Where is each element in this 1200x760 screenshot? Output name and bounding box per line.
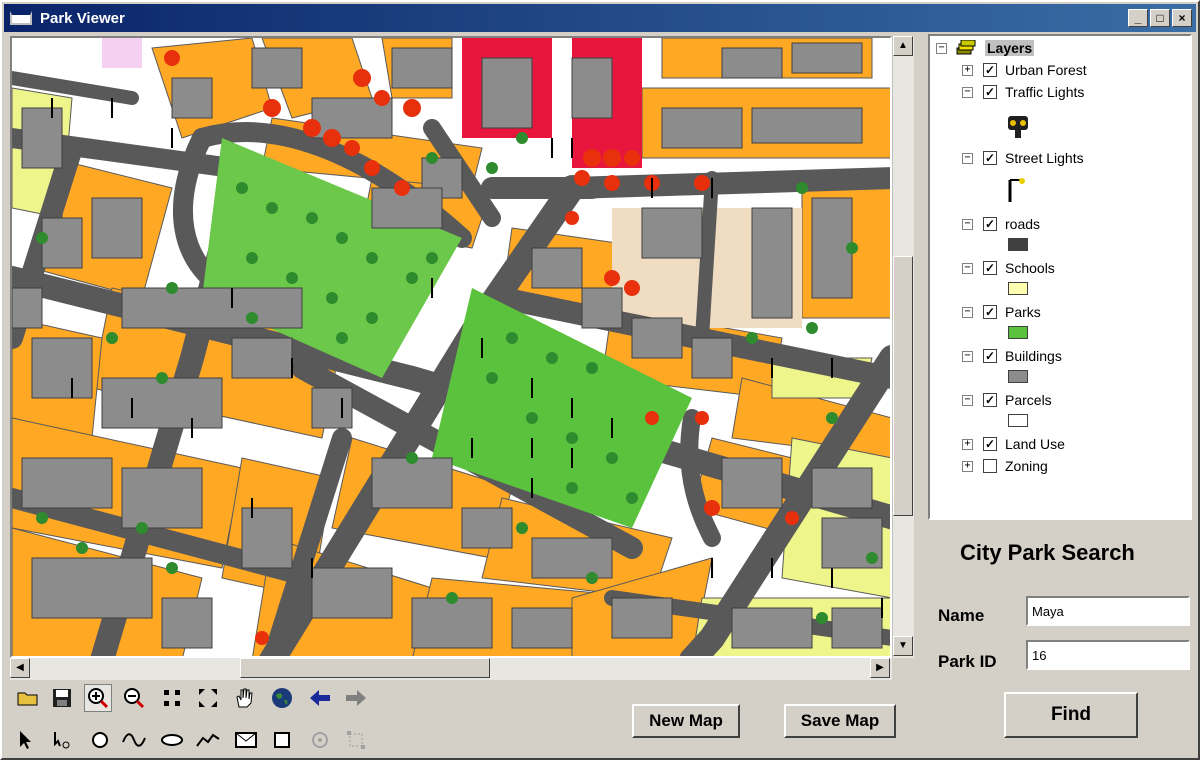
layer-label: Parcels — [1005, 392, 1052, 408]
street-light-icon — [1008, 178, 1025, 202]
vertical-scroll-thumb[interactable] — [893, 256, 913, 516]
full-extent-globe-icon[interactable] — [268, 684, 296, 712]
map-horizontal-scrollbar[interactable]: ◀ ▶ — [10, 658, 892, 680]
forward-arrow-icon[interactable] — [342, 684, 370, 712]
park-id-label: Park ID — [938, 652, 997, 671]
parks-swatch — [1008, 326, 1028, 339]
polyline-tool-icon[interactable] — [194, 726, 222, 754]
app-window-icon — [10, 11, 32, 25]
resize-tool-icon[interactable] — [342, 726, 370, 754]
layer-label: Zoning — [1005, 458, 1048, 474]
layer-urban-forest[interactable]: + ✓ Urban Forest — [962, 60, 1087, 80]
layer-parks[interactable]: − ✓ Parks — [962, 302, 1041, 322]
window-title: Park Viewer — [40, 9, 125, 27]
park-viewer-window: Park Viewer _ □ × ▲ ▼ ◀ ▶ − Layers + ✓ U… — [0, 0, 1200, 760]
pan-hand-icon[interactable] — [230, 684, 258, 712]
layer-schools[interactable]: − ✓ Schools — [962, 258, 1055, 278]
layer-visibility-checkbox[interactable]: ✓ — [983, 261, 997, 275]
name-input[interactable] — [1026, 596, 1190, 626]
roads-swatch — [1008, 238, 1028, 251]
select-arrow-icon[interactable] — [12, 726, 40, 754]
collapse-icon[interactable]: − — [936, 42, 947, 54]
traffic-light-icon — [1008, 116, 1028, 138]
collapse-icon[interactable]: − — [962, 394, 973, 406]
layer-parcels[interactable]: − ✓ Parcels — [962, 390, 1052, 410]
layer-label: Land Use — [1005, 436, 1065, 452]
layer-visibility-checkbox[interactable]: ✓ — [983, 437, 997, 451]
envelope-tool-icon[interactable] — [232, 726, 260, 754]
scroll-down-arrow-icon[interactable]: ▼ — [893, 636, 913, 656]
save-disk-icon[interactable] — [48, 684, 76, 712]
layer-visibility-checkbox[interactable]: ✓ — [983, 393, 997, 407]
search-panel-title: City Park Search — [960, 540, 1135, 565]
schools-swatch — [1008, 282, 1028, 295]
layers-panel[interactable]: − Layers + ✓ Urban Forest − ✓ Traffic Li… — [928, 34, 1192, 520]
layer-street-lights[interactable]: − ✓ Street Lights — [962, 148, 1084, 168]
layer-label: Buildings — [1005, 348, 1062, 364]
edit-vertex-icon[interactable] — [48, 726, 76, 754]
layer-visibility-checkbox[interactable]: ✓ — [983, 349, 997, 363]
layer-label: Parks — [1005, 304, 1041, 320]
layers-root[interactable]: − Layers — [936, 38, 1035, 58]
layer-label: Urban Forest — [1005, 62, 1087, 78]
scroll-right-arrow-icon[interactable]: ▶ — [870, 658, 890, 678]
map-canvas[interactable] — [10, 36, 892, 658]
ellipse-tool-icon[interactable] — [158, 726, 186, 754]
close-button[interactable]: × — [1172, 9, 1192, 27]
collapse-icon[interactable]: − — [962, 86, 973, 98]
scroll-up-arrow-icon[interactable]: ▲ — [893, 36, 913, 56]
expand-icon[interactable]: + — [962, 460, 973, 472]
curve-tool-icon[interactable] — [120, 726, 148, 754]
circle-tool-icon[interactable] — [86, 726, 114, 754]
layer-visibility-checkbox[interactable]: ✓ — [983, 85, 997, 99]
expand-icon[interactable]: + — [962, 64, 973, 76]
new-map-button[interactable]: New Map — [632, 704, 740, 738]
park-id-input[interactable] — [1026, 640, 1190, 670]
minimize-button[interactable]: _ — [1128, 9, 1148, 27]
layer-visibility-checkbox[interactable]: ✓ — [983, 151, 997, 165]
layer-zoning[interactable]: + Zoning — [962, 456, 1048, 476]
find-button[interactable]: Find — [1004, 692, 1138, 738]
expand-icon[interactable]: + — [962, 438, 973, 450]
collapse-icon[interactable]: − — [962, 152, 973, 164]
layer-visibility-checkbox[interactable]: ✓ — [983, 63, 997, 77]
save-map-button[interactable]: Save Map — [784, 704, 896, 738]
horizontal-scroll-thumb[interactable] — [240, 658, 490, 678]
layer-label: Street Lights — [1005, 150, 1084, 166]
collapse-icon[interactable]: − — [962, 350, 973, 362]
fixed-zoom-in-icon[interactable] — [158, 684, 186, 712]
collapse-icon[interactable]: − — [962, 306, 973, 318]
scroll-corner — [892, 658, 914, 680]
name-label: Name — [938, 606, 985, 625]
layer-roads[interactable]: − ✓ roads — [962, 214, 1040, 234]
layer-traffic-lights[interactable]: − ✓ Traffic Lights — [962, 82, 1084, 102]
title-bar[interactable]: Park Viewer _ □ × — [4, 4, 1196, 32]
maximize-button[interactable]: □ — [1150, 9, 1170, 27]
layer-buildings[interactable]: − ✓ Buildings — [962, 346, 1062, 366]
layer-land-use[interactable]: + ✓ Land Use — [962, 434, 1065, 454]
scroll-left-arrow-icon[interactable]: ◀ — [10, 658, 30, 678]
layer-visibility-checkbox[interactable]: ✓ — [983, 217, 997, 231]
collapse-icon[interactable]: − — [962, 262, 973, 274]
zoom-out-icon[interactable] — [120, 684, 148, 712]
layer-visibility-checkbox[interactable] — [983, 459, 997, 473]
map-vertical-scrollbar[interactable]: ▲ ▼ — [892, 36, 914, 658]
collapse-icon[interactable]: − — [962, 218, 973, 230]
open-folder-icon[interactable] — [14, 684, 42, 712]
rotate-tool-icon[interactable] — [306, 726, 334, 754]
layer-label: Schools — [1005, 260, 1055, 276]
layer-visibility-checkbox[interactable]: ✓ — [983, 305, 997, 319]
fixed-zoom-out-icon[interactable] — [194, 684, 222, 712]
layers-root-label: Layers — [985, 40, 1035, 56]
layer-label: Traffic Lights — [1005, 84, 1085, 100]
city-map[interactable] — [12, 38, 892, 658]
layer-label: roads — [1005, 216, 1041, 232]
layers-stack-icon — [956, 40, 976, 55]
buildings-swatch — [1008, 370, 1028, 383]
zoom-in-icon[interactable] — [84, 684, 112, 712]
back-arrow-icon[interactable] — [306, 684, 334, 712]
parcels-swatch — [1008, 414, 1028, 427]
rectangle-tool-icon[interactable] — [268, 726, 296, 754]
